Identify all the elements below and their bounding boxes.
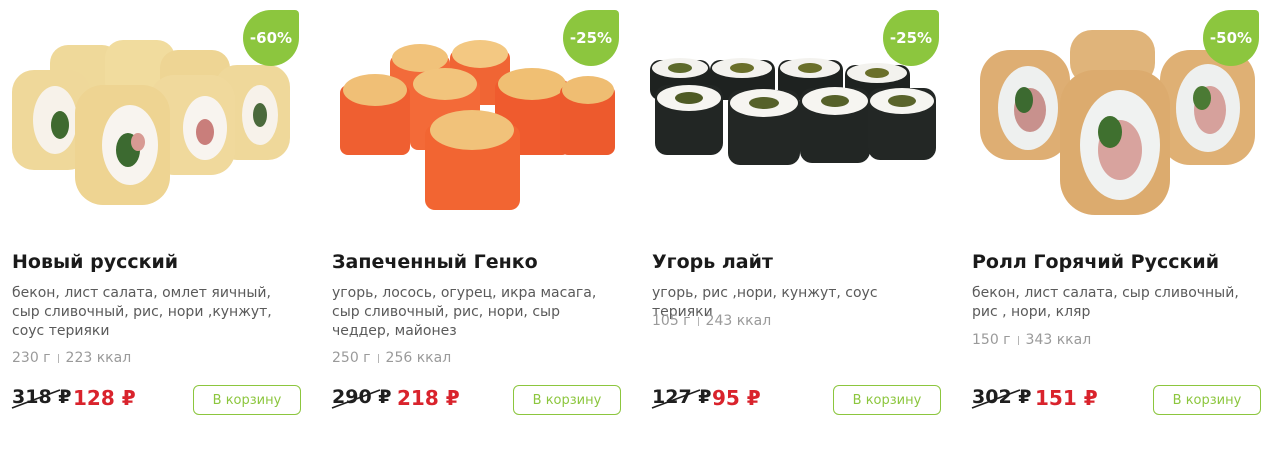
old-price-value: 127 ₽	[652, 386, 712, 408]
discount-badge: -60%	[243, 10, 299, 66]
product-calories: 223 ккал	[65, 350, 132, 366]
product-card[interactable]: -50% Ролл Горячий Русский бекон, лист са…	[960, 0, 1261, 454]
old-price: 318 ₽	[11, 386, 72, 409]
old-price-value: 290 ₽	[332, 386, 392, 408]
new-price: 95 ₽	[712, 386, 761, 410]
product-title[interactable]: Новый русский	[12, 251, 178, 273]
old-price-value: 318 ₽	[12, 386, 72, 408]
add-to-cart-button[interactable]: В корзину	[513, 385, 621, 415]
roll-piece	[12, 40, 290, 205]
product-calories: 243 ккал	[705, 313, 772, 329]
meta-divider	[1017, 335, 1019, 345]
new-price: 128 ₽	[73, 386, 136, 410]
old-price: 290 ₽	[331, 386, 392, 409]
product-meta: 105 г 243 ккал	[652, 313, 771, 329]
product-meta: 230 г 223 ккал	[12, 350, 131, 366]
product-description: угорь, лосось, огурец, икра масага, сыр …	[332, 285, 597, 339]
meta-divider	[697, 316, 699, 326]
product-calories: 343 ккал	[1025, 332, 1092, 348]
product-grid: -60% Новый русский бекон, лист салата, о…	[0, 0, 1273, 454]
product-card[interactable]: -25% Угорь лайт угорь, рис ,нори, кунжут…	[640, 0, 941, 454]
product-weight: 250 г	[332, 350, 371, 366]
add-to-cart-button[interactable]: В корзину	[1153, 385, 1261, 415]
discount-badge: -50%	[1203, 10, 1259, 66]
new-price: 151 ₽	[1035, 386, 1098, 410]
product-title[interactable]: Запеченный Генко	[332, 251, 538, 273]
product-title[interactable]: Угорь лайт	[652, 251, 773, 273]
discount-badge: -25%	[563, 10, 619, 66]
old-price: 302 ₽	[971, 386, 1032, 409]
product-card[interactable]: -25% Запеченный Генко угорь, лосось, огу…	[320, 0, 621, 454]
product-title[interactable]: Ролл Горячий Русский	[972, 251, 1219, 273]
add-to-cart-button[interactable]: В корзину	[193, 385, 301, 415]
product-description: бекон, лист салата, сыр сливочный, рис ,…	[972, 285, 1239, 320]
new-price: 218 ₽	[397, 386, 460, 410]
product-meta: 150 г 343 ккал	[972, 332, 1091, 348]
product-card[interactable]: -60% Новый русский бекон, лист салата, о…	[0, 0, 301, 454]
product-weight: 105 г	[652, 313, 691, 329]
product-calories: 256 ккал	[385, 350, 452, 366]
product-description: бекон, лист салата, омлет яичный, сыр сл…	[12, 285, 272, 339]
roll-piece	[340, 40, 615, 210]
discount-badge: -25%	[883, 10, 939, 66]
old-price: 127 ₽	[651, 386, 712, 409]
product-weight: 230 г	[12, 350, 51, 366]
product-weight: 150 г	[972, 332, 1011, 348]
old-price-value: 302 ₽	[972, 386, 1032, 408]
product-meta: 250 г 256 ккал	[332, 350, 451, 366]
roll-piece	[650, 58, 936, 165]
add-to-cart-button[interactable]: В корзину	[833, 385, 941, 415]
meta-divider	[57, 353, 59, 363]
meta-divider	[377, 353, 379, 363]
